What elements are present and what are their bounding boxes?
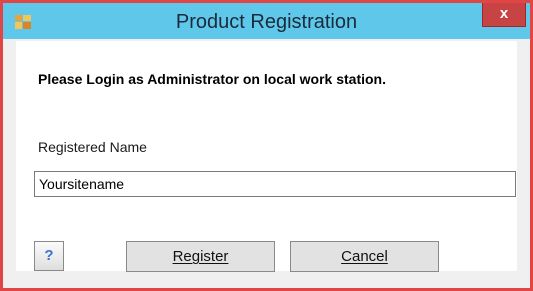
registered-name-input[interactable]	[34, 171, 516, 197]
registered-name-label: Registered Name	[38, 139, 147, 155]
dialog-body: Please Login as Administrator on local w…	[16, 41, 517, 272]
cancel-button[interactable]: Cancel	[290, 241, 439, 272]
instruction-heading: Please Login as Administrator on local w…	[38, 71, 386, 87]
close-button[interactable]: x	[482, 3, 526, 27]
register-button[interactable]: Register	[126, 241, 275, 272]
product-registration-window: Product Registration x Please Login as A…	[0, 0, 533, 291]
titlebar[interactable]: Product Registration x	[3, 3, 530, 39]
help-button[interactable]: ?	[34, 241, 64, 271]
window-title: Product Registration	[175, 11, 358, 33]
